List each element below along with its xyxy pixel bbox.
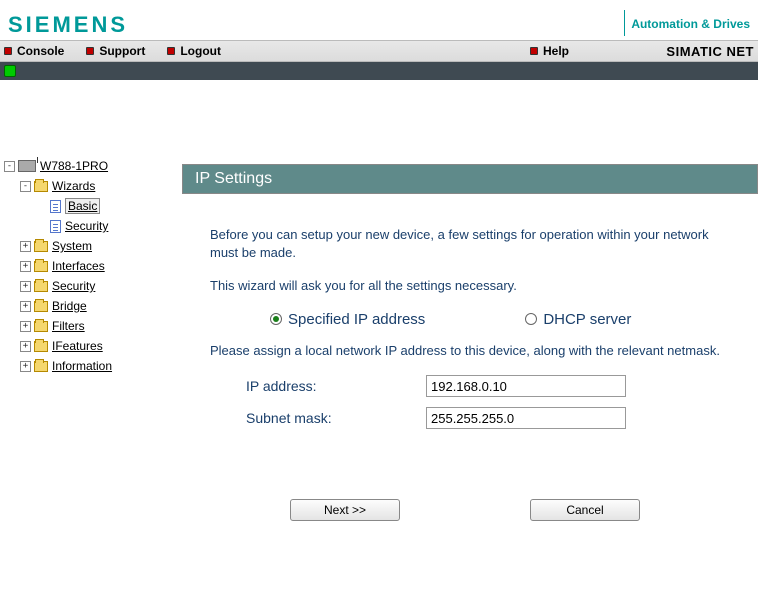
expand-icon[interactable]: + — [20, 301, 31, 312]
brand-text: SIMATIC NET — [666, 44, 754, 59]
subnet-mask-input[interactable] — [426, 407, 626, 429]
collapse-icon[interactable]: - — [20, 181, 31, 192]
header: SIEMENS Automation & Drives — [0, 0, 758, 40]
device-icon — [18, 160, 36, 172]
tree-ifeatures[interactable]: + IFeatures — [4, 336, 178, 356]
toolbar-logout[interactable]: Logout — [167, 44, 221, 58]
tree-filters[interactable]: + Filters — [4, 316, 178, 336]
folder-icon — [34, 261, 48, 272]
page-icon — [50, 220, 61, 233]
toolbar-support[interactable]: Support — [86, 44, 145, 58]
tree-security-wizard[interactable]: Security — [4, 216, 178, 236]
tree-wizards[interactable]: - Wizards — [4, 176, 178, 196]
next-button[interactable]: Next >> — [290, 499, 400, 521]
status-bar — [0, 62, 758, 80]
ip-address-label: IP address: — [246, 378, 426, 394]
expand-icon[interactable]: + — [20, 241, 31, 252]
bullet-icon — [4, 47, 12, 55]
bullet-icon — [86, 47, 94, 55]
tree-device[interactable]: - W788-1PRO — [4, 156, 178, 176]
expand-icon[interactable]: + — [20, 281, 31, 292]
folder-icon — [34, 241, 48, 252]
folder-icon — [34, 301, 48, 312]
tree-information[interactable]: + Information — [4, 356, 178, 376]
expand-icon[interactable]: + — [20, 361, 31, 372]
radio-dhcp-server[interactable]: DHCP server — [525, 311, 631, 328]
toolbar: Console Support Logout Help SIMATIC NET — [0, 40, 758, 62]
folder-icon — [34, 361, 48, 372]
siemens-logo: SIEMENS — [8, 12, 128, 38]
radio-icon — [525, 313, 537, 325]
tree-security[interactable]: + Security — [4, 276, 178, 296]
toolbar-console[interactable]: Console — [4, 44, 64, 58]
main-panel: IP Settings Before you can setup your ne… — [182, 80, 758, 601]
folder-icon — [34, 281, 48, 292]
tagline: Automation & Drives — [624, 10, 750, 38]
tree-interfaces[interactable]: + Interfaces — [4, 256, 178, 276]
intro-text-2: This wizard will ask you for all the set… — [210, 277, 730, 295]
radio-icon — [270, 313, 282, 325]
folder-icon — [34, 321, 48, 332]
ip-address-input[interactable] — [426, 375, 626, 397]
expand-icon[interactable]: + — [20, 341, 31, 352]
radio-specified-ip[interactable]: Specified IP address — [270, 311, 425, 328]
expand-icon[interactable]: + — [20, 261, 31, 272]
tree-system[interactable]: + System — [4, 236, 178, 256]
page-icon — [50, 200, 61, 213]
status-led-icon — [4, 65, 16, 77]
bullet-icon — [167, 47, 175, 55]
panel-title: IP Settings — [182, 164, 758, 194]
subnet-mask-label: Subnet mask: — [246, 410, 426, 426]
intro-text-1: Before you can setup your new device, a … — [210, 226, 730, 261]
assign-text: Please assign a local network IP address… — [210, 342, 730, 360]
tree-bridge[interactable]: + Bridge — [4, 296, 178, 316]
nav-tree: - W788-1PRO - Wizards Basic Security + S… — [0, 80, 182, 601]
expand-icon[interactable]: + — [20, 321, 31, 332]
bullet-icon — [530, 47, 538, 55]
cancel-button[interactable]: Cancel — [530, 499, 640, 521]
folder-icon — [34, 341, 48, 352]
folder-icon — [34, 181, 48, 192]
collapse-icon[interactable]: - — [4, 161, 15, 172]
toolbar-help[interactable]: Help — [530, 44, 569, 58]
tree-basic[interactable]: Basic — [4, 196, 178, 216]
